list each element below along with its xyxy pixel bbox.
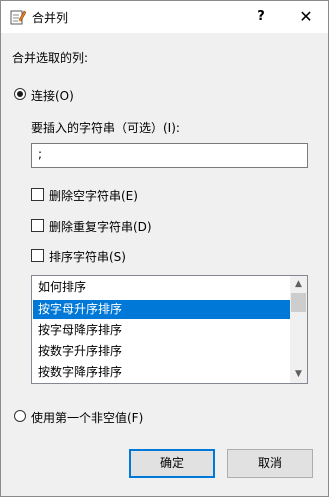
dialog-window: 合并列 ? ✕ 合并选取的列: 连接(O) 要插入的字符串（可选）(I): ; …: [0, 0, 329, 497]
scroll-up-icon[interactable]: ▲: [290, 276, 307, 293]
insert-string-label: 要插入的字符串（可选）(I):: [31, 121, 180, 135]
scroll-thumb[interactable]: [291, 293, 306, 312]
window-title: 合并列: [32, 11, 69, 25]
ok-button[interactable]: 确定: [129, 449, 215, 478]
notepad-pencil-icon: [10, 10, 26, 25]
radio-join[interactable]: [14, 88, 26, 100]
checkbox-remove-empty[interactable]: [31, 188, 44, 201]
checkbox-sort[interactable]: [31, 249, 44, 262]
radio-join-label[interactable]: 连接(O): [31, 87, 74, 104]
listbox-scrollbar[interactable]: ▲ ▼: [290, 276, 307, 383]
title-bar: 合并列 ? ✕: [1, 1, 328, 33]
cancel-button[interactable]: 取消: [227, 449, 313, 478]
scroll-down-icon[interactable]: ▼: [290, 366, 307, 383]
checkbox-remove-duplicates[interactable]: [31, 219, 44, 232]
radio-first-nonempty[interactable]: [14, 410, 26, 422]
checkbox-remove-empty-label[interactable]: 删除空字符串(E): [49, 187, 138, 204]
sort-listbox[interactable]: 如何排序 按字母升序排序 按字母降序排序 按数字升序排序 按数字降序排序 ▲ ▼: [31, 275, 308, 384]
insert-string-input[interactable]: ;: [31, 143, 308, 168]
help-button[interactable]: ?: [239, 1, 283, 33]
list-item[interactable]: 按数字降序排序: [33, 363, 290, 382]
section-label: 合并选取的列:: [12, 51, 89, 65]
checkbox-sort-label[interactable]: 排序字符串(S): [49, 248, 126, 265]
checkbox-remove-duplicates-label[interactable]: 删除重复字符串(D): [49, 218, 152, 235]
list-item[interactable]: 按数字升序排序: [33, 342, 290, 361]
list-item[interactable]: 如何排序: [33, 278, 290, 297]
radio-first-nonempty-label[interactable]: 使用第一个非空值(F): [31, 409, 143, 426]
list-item-selected[interactable]: 按字母升序排序: [33, 300, 290, 319]
list-item[interactable]: 按字母降序排序: [33, 321, 290, 340]
close-button[interactable]: ✕: [284, 1, 328, 33]
